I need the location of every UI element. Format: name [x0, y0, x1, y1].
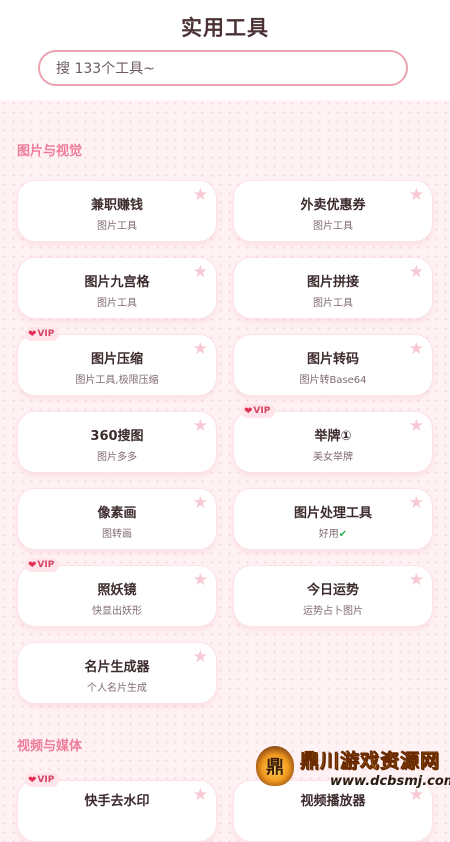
heart-icon: ❤	[28, 328, 37, 340]
vip-badge: ❤ VIP	[25, 327, 60, 341]
heart-icon: ❤	[28, 559, 37, 571]
tool-name: 360搜图	[90, 429, 144, 444]
tool-subtitle: 图片工具	[313, 221, 353, 232]
tool-name: 照妖镜	[97, 583, 137, 598]
tool-card-image-processing[interactable]: 图片处理工具 好用✔ ★	[233, 488, 433, 550]
tool-subtitle: 图片工具	[313, 298, 353, 309]
tool-card-takeout-coupon[interactable]: 外卖优惠券 图片工具 ★	[233, 180, 433, 242]
tool-card-daily-fortune[interactable]: 今日运势 运势占卜图片 ★	[233, 565, 433, 627]
watermark-logo-icon: 鼎	[256, 746, 294, 786]
tool-subtitle-text: 好用	[318, 529, 339, 540]
favorite-star-icon[interactable]: ★	[193, 187, 208, 204]
tool-name: 图片转码	[306, 352, 359, 367]
tool-name: 今日运势	[306, 583, 359, 598]
watermark-text: 鼎川游戏资源网	[300, 750, 441, 773]
tool-name: 兼职赚钱	[90, 198, 143, 213]
tool-card-nine-grid[interactable]: 图片九宫格 图片工具 ★	[17, 257, 217, 319]
tool-subtitle: 图片工具	[97, 221, 137, 232]
tool-card-pixel-art[interactable]: 像素画 图转画 ★	[17, 488, 217, 550]
favorite-star-icon[interactable]: ★	[409, 264, 424, 281]
vip-label: VIP	[253, 406, 271, 416]
favorite-star-icon[interactable]: ★	[193, 787, 208, 804]
tool-name: 图片处理工具	[293, 506, 372, 521]
tool-card-part-time-job[interactable]: 兼职赚钱 图片工具 ★	[17, 180, 217, 242]
vip-badge: ❤ VIP	[25, 558, 60, 572]
tool-subtitle: 图转画	[102, 529, 132, 540]
tool-card-demon-mirror[interactable]: ❤ VIP 照妖镜 快显出妖形 ★	[17, 558, 217, 627]
favorite-star-icon[interactable]: ★	[409, 341, 424, 358]
search-placeholder: 搜 133个工具~	[56, 61, 155, 77]
heart-icon: ❤	[28, 774, 37, 786]
vip-label: VIP	[37, 775, 55, 785]
tool-name: 像素画	[97, 506, 137, 521]
favorite-star-icon[interactable]: ★	[409, 495, 424, 512]
favorite-star-icon[interactable]: ★	[193, 264, 208, 281]
tool-name: 举牌①	[314, 429, 352, 444]
favorite-star-icon[interactable]: ★	[193, 418, 208, 435]
vip-label: VIP	[37, 329, 55, 339]
favorite-star-icon[interactable]: ★	[193, 495, 208, 512]
tool-subtitle: 图片工具,极限压缩	[75, 375, 159, 386]
tool-card-image-stitch[interactable]: 图片拼接 图片工具 ★	[233, 257, 433, 319]
tool-card-image-compress[interactable]: ❤ VIP 图片压缩 图片工具,极限压缩 ★	[17, 327, 217, 396]
favorite-star-icon[interactable]: ★	[193, 572, 208, 589]
tool-subtitle: 快显出妖形	[92, 606, 142, 617]
search-input[interactable]: 搜 133个工具~	[38, 50, 408, 86]
page-title: 实用工具	[181, 16, 269, 40]
tool-card-kuaishou-watermark[interactable]: ❤ VIP 快手去水印 ★	[17, 773, 217, 842]
vip-badge: ❤ VIP	[241, 404, 276, 418]
check-icon: ✔	[338, 529, 348, 540]
favorite-star-icon[interactable]: ★	[409, 187, 424, 204]
favorite-star-icon[interactable]: ★	[409, 418, 424, 435]
header-bar: 实用工具 搜 133个工具~	[0, 0, 450, 100]
tool-name: 图片九宫格	[84, 275, 150, 290]
site-watermark: 鼎 鼎川游戏资源网 www.dcbsmj.com	[250, 740, 450, 800]
tool-subtitle: 图片转Base64	[299, 375, 367, 386]
tool-subtitle: 美女举牌	[313, 452, 353, 463]
vip-label: VIP	[37, 560, 55, 570]
tool-subtitle: 运势占卜图片	[303, 606, 363, 617]
tool-subtitle: 图片多多	[97, 452, 137, 463]
favorite-star-icon[interactable]: ★	[193, 649, 208, 666]
tool-subtitle: 个人名片生成	[87, 683, 147, 694]
section-title-video: 视频与媒体	[17, 739, 83, 754]
favorite-star-icon[interactable]: ★	[409, 572, 424, 589]
watermark-url: www.dcbsmj.com	[330, 774, 450, 789]
tool-name: 图片拼接	[306, 275, 359, 290]
tool-name: 外卖优惠券	[300, 198, 366, 213]
tool-card-business-card[interactable]: 名片生成器 个人名片生成 ★	[17, 642, 217, 704]
tool-subtitle: 图片工具	[97, 298, 137, 309]
tool-card-360-image-search[interactable]: 360搜图 图片多多 ★	[17, 411, 217, 473]
vip-badge: ❤ VIP	[25, 773, 60, 787]
tool-card-hold-sign[interactable]: ❤ VIP 举牌① 美女举牌 ★	[233, 404, 433, 473]
section-title-image: 图片与视觉	[17, 144, 83, 159]
tool-subtitle: 好用✔	[234, 525, 432, 540]
favorite-star-icon[interactable]: ★	[193, 341, 208, 358]
tool-name: 图片压缩	[90, 352, 143, 367]
tool-card-image-transcode[interactable]: 图片转码 图片转Base64 ★	[233, 334, 433, 396]
tool-name: 名片生成器	[84, 660, 150, 675]
heart-icon: ❤	[244, 405, 253, 417]
